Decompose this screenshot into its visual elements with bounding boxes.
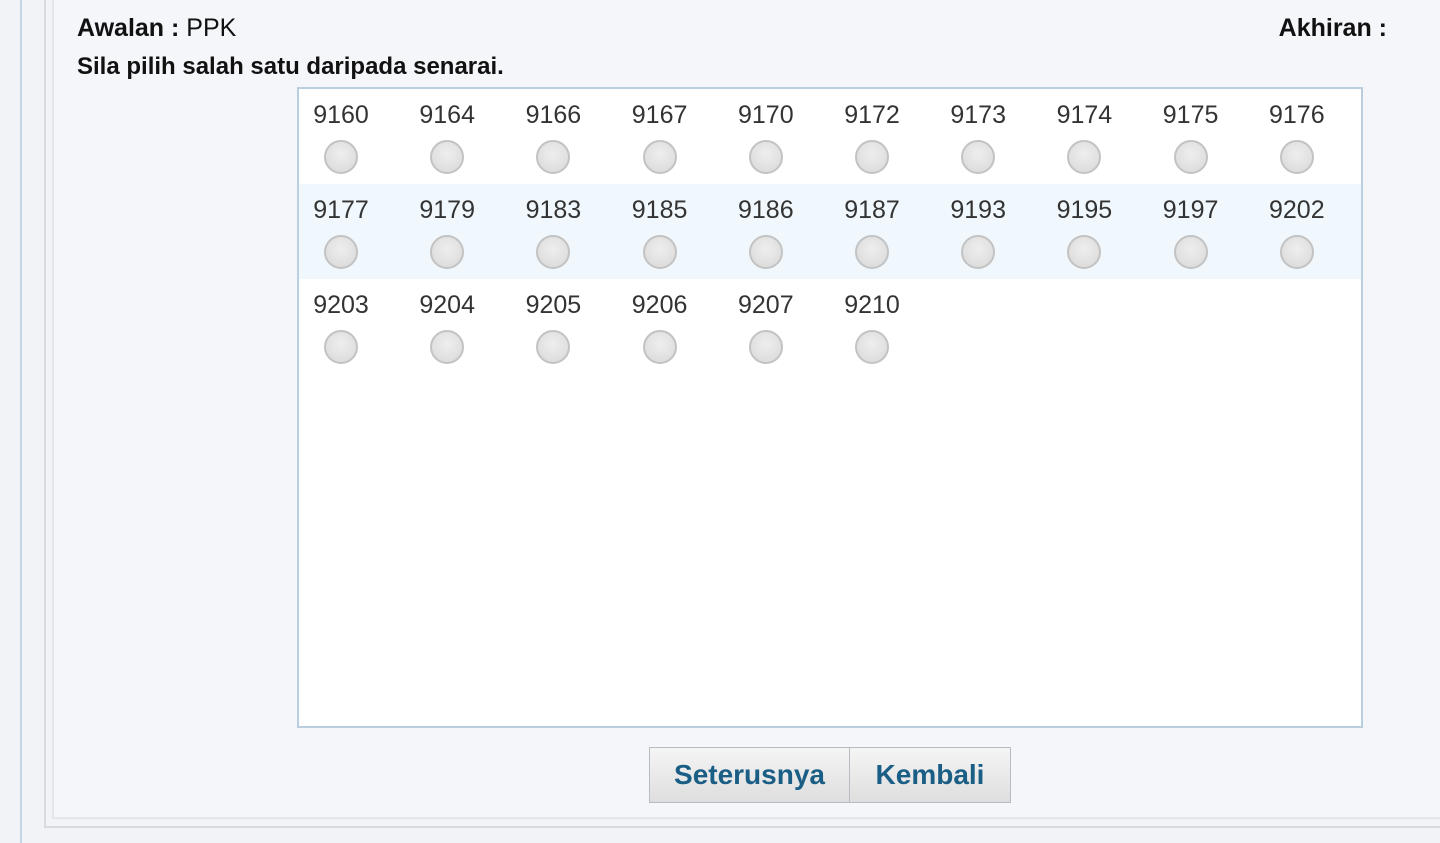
option-number-label: 9185 bbox=[631, 196, 688, 224]
option-number-label: 9193 bbox=[950, 196, 1006, 224]
option-number-label: 9205 bbox=[525, 291, 582, 319]
option-item[interactable]: 9160 bbox=[299, 89, 405, 184]
option-number-label: 9206 bbox=[631, 291, 688, 319]
suffix-field: Akhiran : bbox=[1279, 14, 1387, 43]
option-row: 9160 9164 9166 9167 9170 9172 9173 9174 9175 9176 bbox=[299, 89, 1361, 184]
prefix-field: Awalan : PPK bbox=[77, 14, 236, 43]
option-item[interactable]: 9183 bbox=[511, 184, 617, 279]
option-number-label: 9164 bbox=[419, 101, 475, 129]
option-number-label: 9207 bbox=[737, 291, 794, 319]
option-item[interactable]: 9166 bbox=[511, 89, 617, 184]
option-number-label: 9187 bbox=[844, 196, 900, 224]
prefix-label: Awalan : bbox=[77, 14, 180, 42]
option-item[interactable]: 9210 bbox=[830, 279, 936, 374]
back-button[interactable]: Kembali bbox=[850, 747, 1011, 803]
option-number-label: 9175 bbox=[1162, 101, 1219, 129]
option-number-label: 9186 bbox=[737, 196, 794, 224]
option-radio[interactable] bbox=[748, 140, 783, 174]
option-radio[interactable] bbox=[1173, 140, 1208, 174]
instruction-text: Sila pilih salah satu daripada senarai. bbox=[77, 53, 504, 80]
next-button[interactable]: Seterusnya bbox=[649, 747, 850, 803]
option-radio[interactable] bbox=[1067, 140, 1102, 174]
option-radio[interactable] bbox=[324, 235, 358, 269]
prefix-value: PPK bbox=[186, 14, 237, 42]
option-number-label: 9174 bbox=[1056, 101, 1113, 129]
option-item[interactable]: 9206 bbox=[618, 279, 724, 374]
option-item[interactable]: 9202 bbox=[1255, 184, 1361, 279]
option-radio[interactable] bbox=[324, 330, 358, 364]
option-number-label: 9173 bbox=[950, 101, 1006, 129]
option-number-label: 9179 bbox=[419, 196, 475, 224]
option-item[interactable]: 9207 bbox=[724, 279, 830, 374]
option-radio[interactable] bbox=[1279, 140, 1314, 174]
option-number-label: 9176 bbox=[1268, 101, 1325, 129]
option-item[interactable]: 9195 bbox=[1042, 184, 1148, 279]
option-radio[interactable] bbox=[748, 330, 783, 364]
option-number-label: 9202 bbox=[1268, 196, 1325, 224]
option-number-label: 9166 bbox=[525, 101, 582, 129]
option-number-label: 9197 bbox=[1162, 196, 1219, 224]
option-number-label: 9210 bbox=[844, 291, 900, 319]
option-radio[interactable] bbox=[855, 330, 889, 364]
option-item[interactable]: 9170 bbox=[724, 89, 830, 184]
number-option-list: 9160 9164 9166 9167 9170 9172 9173 9174 9175 9176… bbox=[297, 87, 1363, 728]
option-number-label: 9203 bbox=[313, 291, 369, 319]
option-radio[interactable] bbox=[961, 235, 996, 269]
prefix-suffix-header: Awalan : PPK Akhiran : bbox=[77, 14, 1387, 46]
option-radio[interactable] bbox=[642, 330, 677, 364]
option-item[interactable]: 9173 bbox=[936, 89, 1042, 184]
option-number-label: 9204 bbox=[419, 291, 475, 319]
option-radio[interactable] bbox=[430, 330, 465, 364]
option-number-label: 9167 bbox=[631, 101, 688, 129]
option-number-label: 9172 bbox=[844, 101, 900, 129]
option-radio[interactable] bbox=[855, 140, 889, 174]
option-radio[interactable] bbox=[1173, 235, 1208, 269]
option-item[interactable]: 9186 bbox=[724, 184, 830, 279]
option-number-label: 9170 bbox=[737, 101, 794, 129]
option-item[interactable]: 9172 bbox=[830, 89, 936, 184]
option-row: 9203 9204 9205 9206 9207 9210 bbox=[299, 279, 1361, 374]
option-row: 9177 9179 9183 9185 9186 9187 9193 9195 9197 9202 bbox=[299, 184, 1361, 279]
option-number-label: 9195 bbox=[1056, 196, 1113, 224]
option-radio[interactable] bbox=[324, 140, 358, 174]
option-radio[interactable] bbox=[642, 140, 677, 174]
option-item[interactable]: 9164 bbox=[405, 89, 511, 184]
option-item[interactable]: 9167 bbox=[618, 89, 724, 184]
option-radio[interactable] bbox=[430, 140, 465, 174]
action-buttons: Seterusnya Kembali bbox=[649, 747, 1011, 803]
option-number-label: 9177 bbox=[313, 196, 369, 224]
option-number-label: 9183 bbox=[525, 196, 582, 224]
option-radio[interactable] bbox=[1067, 235, 1102, 269]
option-item[interactable]: 9203 bbox=[299, 279, 405, 374]
option-item[interactable]: 9205 bbox=[511, 279, 617, 374]
option-radio[interactable] bbox=[748, 235, 783, 269]
option-radio[interactable] bbox=[536, 235, 571, 269]
option-item[interactable]: 9187 bbox=[830, 184, 936, 279]
option-item[interactable]: 9193 bbox=[936, 184, 1042, 279]
option-item[interactable]: 9204 bbox=[405, 279, 511, 374]
option-item[interactable]: 9175 bbox=[1149, 89, 1255, 184]
option-radio[interactable] bbox=[536, 140, 571, 174]
option-item[interactable]: 9179 bbox=[405, 184, 511, 279]
option-item[interactable]: 9176 bbox=[1255, 89, 1361, 184]
option-number-label: 9160 bbox=[313, 101, 369, 129]
option-radio[interactable] bbox=[1279, 235, 1314, 269]
option-radio[interactable] bbox=[642, 235, 677, 269]
option-item[interactable]: 9174 bbox=[1042, 89, 1148, 184]
option-item[interactable]: 9197 bbox=[1149, 184, 1255, 279]
option-radio[interactable] bbox=[536, 330, 571, 364]
outer-border-line bbox=[20, 0, 22, 843]
suffix-label: Akhiran : bbox=[1278, 14, 1387, 42]
option-item[interactable]: 9177 bbox=[299, 184, 405, 279]
option-radio[interactable] bbox=[961, 140, 996, 174]
option-radio[interactable] bbox=[430, 235, 465, 269]
option-radio[interactable] bbox=[855, 235, 889, 269]
option-item[interactable]: 9185 bbox=[618, 184, 724, 279]
